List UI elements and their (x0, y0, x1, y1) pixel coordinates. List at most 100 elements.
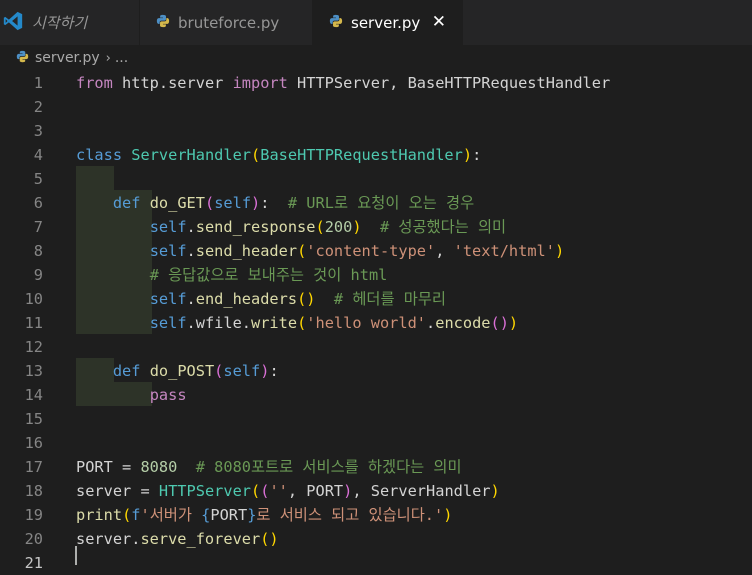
code-token: # 8080포트로 서비스를 하겠다는 의미 (195, 458, 462, 476)
code-token: 200 (324, 218, 353, 236)
code-token: { (201, 506, 211, 524)
code-token: import (232, 74, 288, 92)
tab-label: 시작하기 (32, 14, 88, 32)
code-line[interactable]: 21 (0, 551, 752, 575)
code-token: 로 서비스 되고 있습니다.' (256, 506, 444, 524)
code-text: self.wfile.write('hello world'.encode()) (76, 311, 518, 335)
code-token: : (472, 146, 482, 164)
code-token: .wfile. (186, 314, 251, 332)
code-token: : (260, 194, 288, 212)
line-number: 7 (33, 218, 43, 236)
code-token: . (186, 242, 196, 260)
line-number: 8 (33, 242, 43, 260)
code-line[interactable]: 3 (0, 119, 752, 143)
code-line[interactable]: 5 (0, 167, 752, 191)
vscode-icon (2, 10, 24, 36)
code-token: server. (76, 530, 141, 548)
code-line[interactable]: 8 self.send_header('content-type', 'text… (0, 239, 752, 263)
tab-bruteforce[interactable]: bruteforce.py (140, 0, 313, 45)
code-token: . (186, 218, 196, 236)
tab-server[interactable]: server.py ✕ (313, 0, 463, 45)
breadcrumb: server.py › ... (0, 45, 752, 71)
code-token: 'text/html' (453, 242, 555, 260)
code-token: ) (251, 194, 261, 212)
code-token: ( (251, 146, 261, 164)
code-line[interactable]: 11 self.wfile.write('hello world'.encode… (0, 311, 752, 335)
code-line[interactable]: 17 PORT = 8080 # 8080포트로 서비스를 하겠다는 의미 (0, 455, 752, 479)
line-number: 13 (24, 362, 43, 380)
code-token: : (269, 362, 279, 380)
line-number: 15 (24, 410, 43, 428)
code-line[interactable]: 9 # 응답값으로 보내주는 것이 html (0, 263, 752, 287)
code-line[interactable]: 1 from http.server import HTTPServer, Bas… (0, 71, 752, 95)
code-token: def (112, 194, 141, 212)
code-token: () (260, 530, 279, 548)
code-line[interactable]: 7 self.send_response(200) # 성공했다는 의미 (0, 215, 752, 239)
code-token: self (214, 194, 252, 212)
code-token: f (131, 506, 141, 524)
code-token: ( (214, 362, 224, 380)
code-token: ) (508, 314, 519, 332)
code-text: from http.server import HTTPServer, Base… (76, 71, 610, 95)
code-text: def do_GET(self): # URL로 요청이 오는 경우 (76, 191, 474, 215)
code-line[interactable]: 15 (0, 407, 752, 431)
tab-label: bruteforce.py (178, 13, 280, 32)
code-token: ( (122, 506, 132, 524)
code-line[interactable]: 4 class ServerHandler(BaseHTTPRequestHand… (0, 143, 752, 167)
code-text: server = HTTPServer(('', PORT), ServerHa… (76, 479, 500, 503)
line-number: 10 (24, 290, 43, 308)
code-token: http.server (112, 74, 233, 92)
code-line[interactable]: 2 (0, 95, 752, 119)
code-token: () (297, 290, 316, 308)
code-token: '' (269, 482, 288, 500)
line-number: 4 (33, 146, 43, 164)
code-line[interactable]: 6 def do_GET(self): # URL로 요청이 오는 경우 (0, 191, 752, 215)
code-line[interactable]: 18 server = HTTPServer(('', PORT), Server… (0, 479, 752, 503)
close-icon[interactable]: ✕ (432, 13, 446, 31)
code-token: ) (352, 218, 362, 236)
code-token: send_response (195, 218, 316, 236)
code-line[interactable]: 13 def do_POST(self): (0, 359, 752, 383)
line-number: 17 (24, 458, 43, 476)
code-token: self (149, 218, 187, 236)
code-token: () (490, 314, 509, 332)
code-token: ( (251, 482, 261, 500)
code-token: PORT (210, 506, 248, 524)
line-number: 19 (24, 506, 43, 524)
line-number: 5 (33, 170, 43, 188)
code-token: from (76, 74, 113, 92)
code-text: pass (76, 383, 187, 407)
code-line[interactable]: 19 print(f'서버가 {PORT}로 서비스 되고 있습니다.') (0, 503, 752, 527)
line-number: 21 (24, 554, 43, 572)
code-line[interactable]: 20 server.serve_forever() (0, 527, 752, 551)
code-line[interactable]: 10 self.end_headers() # 헤더를 마무리 (0, 287, 752, 311)
code-text: print(f'서버가 {PORT}로 서비스 되고 있습니다.') (76, 503, 452, 527)
code-token: , (435, 242, 454, 260)
breadcrumb-symbol[interactable]: ... (115, 50, 128, 66)
code-token: ( (315, 218, 325, 236)
code-text: server.serve_forever() (76, 527, 279, 551)
code-line[interactable]: 16 (0, 431, 752, 455)
code-token: ( (297, 314, 307, 332)
line-number: 1 (33, 74, 43, 92)
code-text: # 응답값으로 보내주는 것이 html (76, 263, 388, 287)
code-token: . (186, 290, 196, 308)
code-editor[interactable]: 1 from http.server import HTTPServer, Bas… (0, 71, 752, 572)
code-token: HTTPServer, BaseHTTPRequestHandler (287, 74, 611, 92)
python-icon (16, 50, 29, 67)
code-token: send_header (195, 242, 298, 260)
code-token: ( (204, 194, 215, 212)
code-line[interactable]: 14 pass (0, 383, 752, 407)
breadcrumb-file[interactable]: server.py (35, 50, 100, 66)
line-number: 20 (24, 530, 43, 548)
tab-welcome[interactable]: 시작하기 (0, 0, 140, 45)
tab-bar: 시작하기 bruteforce.py server.py ✕ (0, 0, 752, 45)
code-token: , ServerHandler (352, 482, 491, 500)
code-line[interactable]: 12 (0, 335, 752, 359)
